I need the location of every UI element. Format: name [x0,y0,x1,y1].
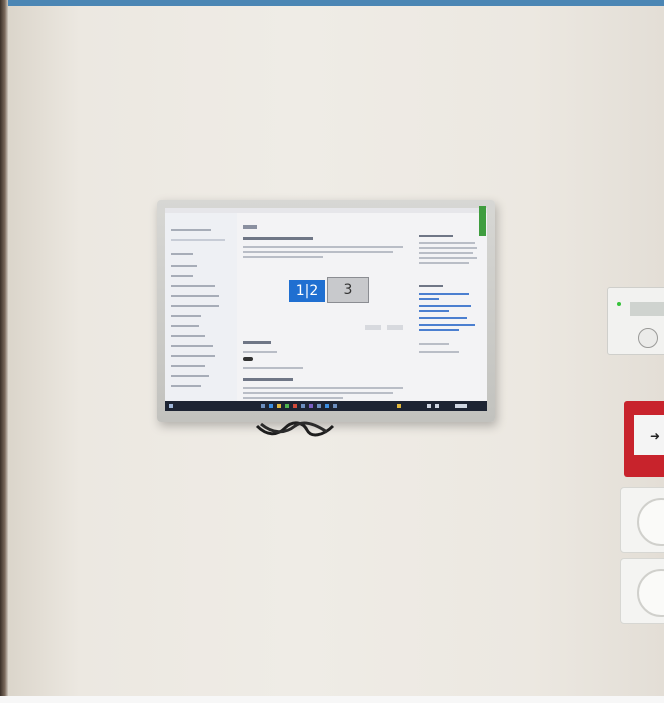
taskbar-app-icon[interactable] [309,404,313,408]
thermostat-knob[interactable] [638,328,658,348]
taskbar-app-icon[interactable] [301,404,305,408]
section-heading-bar [243,378,293,381]
taskbar-app-icon[interactable] [317,404,321,408]
taskbar-app-icon[interactable] [325,404,329,408]
outlet-plate [637,569,664,617]
link-line[interactable] [419,305,471,307]
detect-button[interactable] [387,325,403,330]
link-line[interactable] [419,329,459,331]
sidebar-line [171,345,213,347]
power-outlet-icon [620,558,664,624]
photo-scene: 1|2 3 ➜ [0,0,664,703]
text-line [243,246,403,248]
tray-icon[interactable] [427,404,431,408]
fire-alarm-panel: ➜ [634,415,664,455]
wall-monitor: 1|2 3 [157,200,495,422]
section-heading-bar [243,341,271,344]
sidebar-line [171,335,205,337]
sidebar-line [171,375,209,377]
taskbar-app-icon[interactable] [333,404,337,408]
arrow-icon: ➜ [650,429,661,443]
clock-icon[interactable] [455,404,467,408]
text-line [419,262,469,264]
start-icon[interactable] [169,404,173,408]
text-line [243,256,323,258]
pane-heading-bar [419,235,453,237]
link-line[interactable] [419,324,475,326]
text-line [419,247,477,249]
display-tile-primary[interactable]: 1|2 [289,280,325,302]
tray-icon[interactable] [435,404,439,408]
help-line[interactable] [419,343,449,345]
sidebar-line [171,365,205,367]
taskbar-app-icon[interactable] [293,404,297,408]
toggle-switch[interactable] [243,357,253,361]
text-line [243,392,393,394]
link-line[interactable] [419,310,449,312]
taskbar-app-icon[interactable] [269,404,273,408]
fire-alarm-icon[interactable]: ➜ [624,401,664,477]
thermostat-icon [607,287,664,355]
text-line [243,397,343,399]
taskbar-app-icon[interactable] [277,404,281,408]
taskbar-app-icon[interactable] [285,404,289,408]
text-line [419,252,473,254]
windows-taskbar [165,401,487,411]
taskbar-app-icon[interactable] [261,404,265,408]
bottom-frame [0,696,664,703]
pane-heading-bar [419,285,443,287]
link-line[interactable] [419,317,467,319]
related-settings-pane [419,213,481,401]
text-line [243,251,393,253]
identify-button[interactable] [365,325,381,330]
outlet-plate [637,498,664,546]
power-outlet-icon [620,487,664,553]
weather-icon[interactable] [397,404,401,408]
text-line [419,242,475,244]
section-heading-bar [243,237,313,240]
text-line [243,387,403,389]
text-line [243,367,303,369]
sidebar-line [171,385,201,387]
sidebar-search [171,239,225,241]
sidebar-line [171,265,197,267]
link-line[interactable] [419,293,469,295]
left-dark-edge [0,0,8,703]
monitor-screen: 1|2 3 [165,208,487,411]
top-frame-bar [0,0,664,6]
sidebar-line [171,355,215,357]
feedback-line[interactable] [419,351,459,353]
sidebar-line [171,285,215,287]
text-line [419,257,477,259]
sidebar-line [171,315,201,317]
settings-sidebar [165,213,237,401]
monitor-side-tab [479,206,486,236]
sidebar-line [171,275,193,277]
settings-content: 1|2 3 [239,213,409,401]
link-line[interactable] [419,298,439,300]
display-tile-secondary[interactable]: 3 [327,277,369,303]
sidebar-line [171,253,193,255]
sidebar-line [171,305,219,307]
cable-icon [255,421,335,437]
sidebar-line [171,295,219,297]
text-line [243,351,277,353]
status-led [617,302,621,306]
sidebar-line [171,229,211,231]
thermostat-display [630,302,664,316]
page-title-bar [243,225,257,229]
sidebar-line [171,325,199,327]
